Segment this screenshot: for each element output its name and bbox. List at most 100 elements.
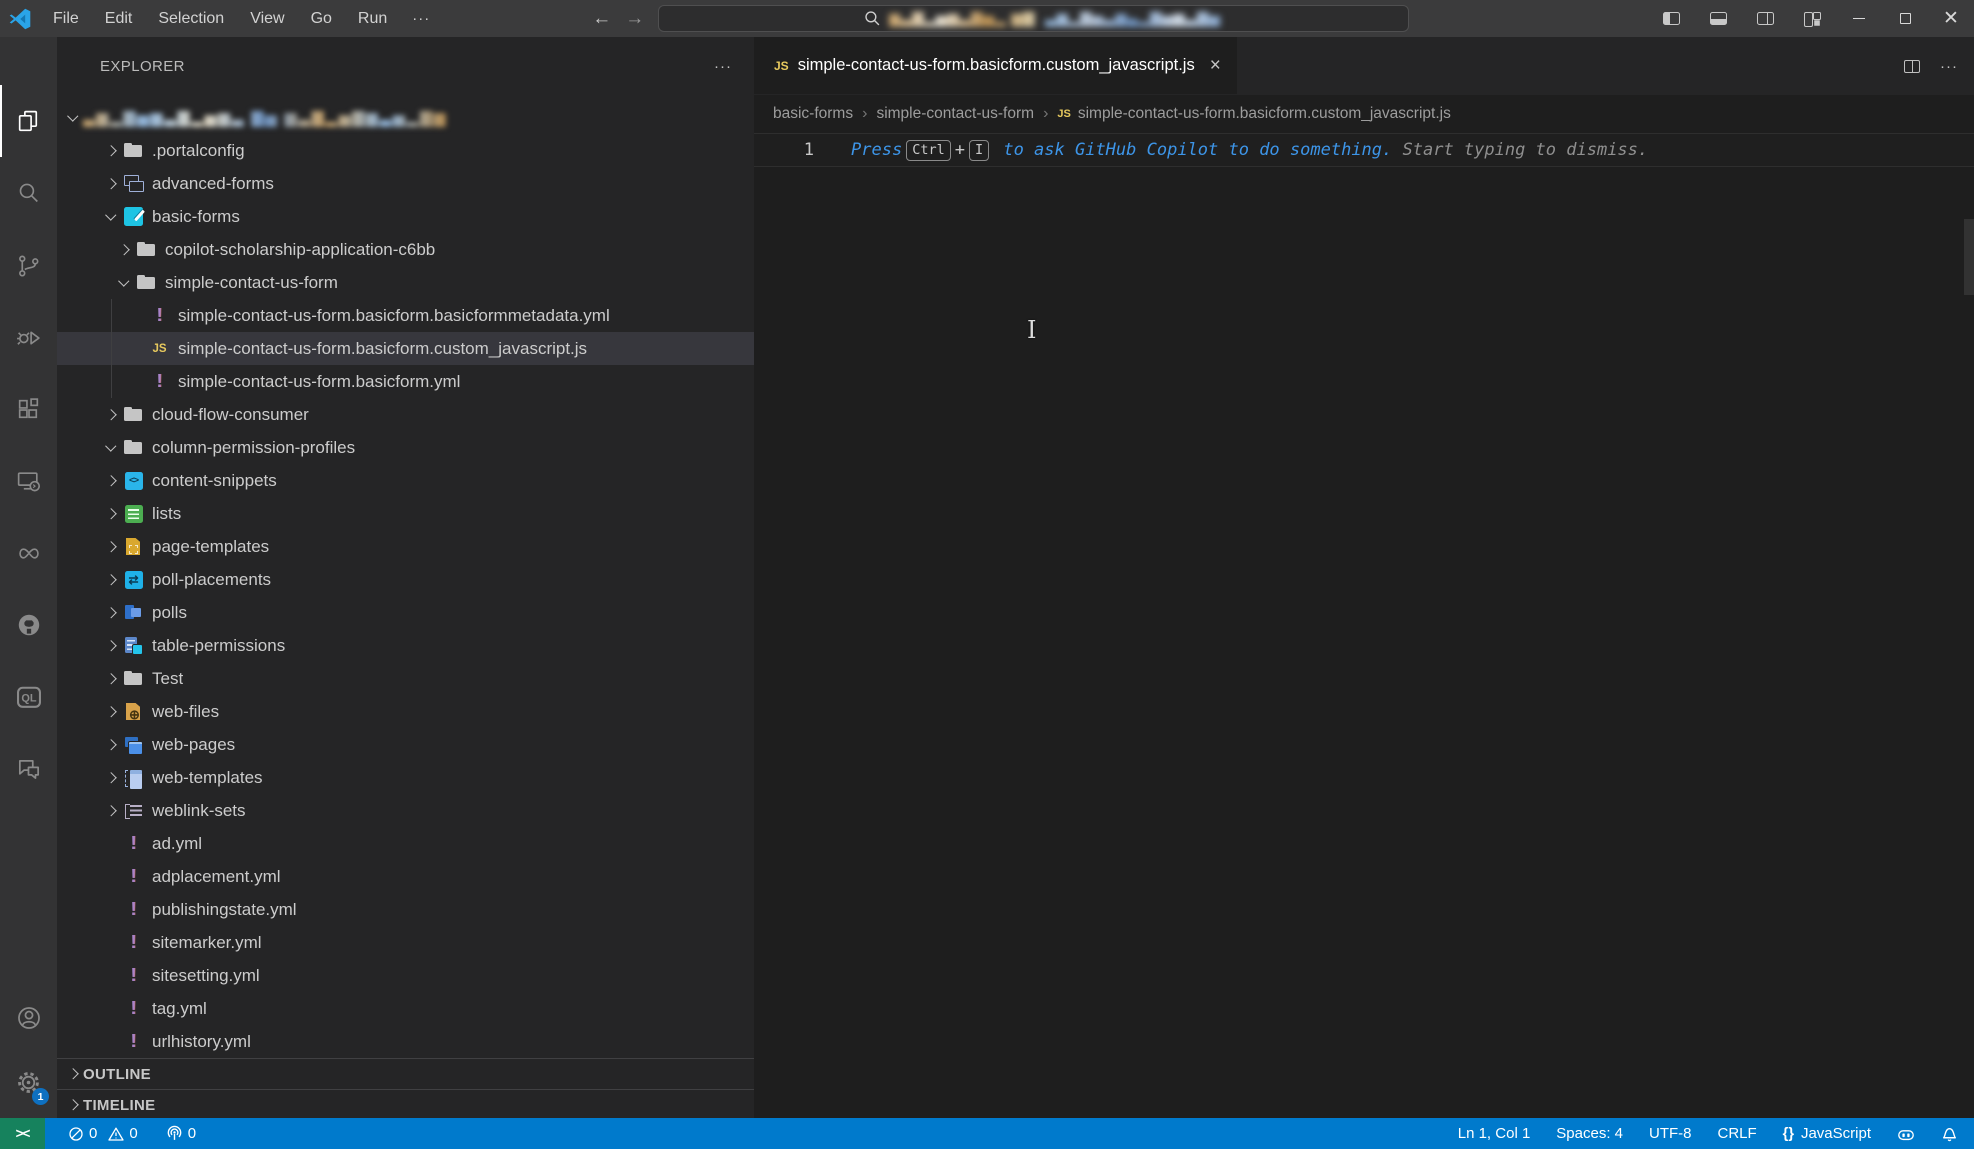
tree-item[interactable]: simple-contact-us-form [57, 266, 754, 299]
menu-go[interactable]: Go [298, 0, 345, 37]
tab-close-icon[interactable]: × [1210, 55, 1221, 77]
tree-item[interactable]: weblink-sets [57, 794, 754, 827]
tab-custom-javascript[interactable]: JS simple-contact-us-form.basicform.cust… [754, 37, 1237, 94]
cursor-position[interactable]: Ln 1, Col 1 [1445, 1118, 1544, 1149]
close-button[interactable]: ✕ [1928, 0, 1974, 37]
run-and-debug-icon[interactable] [0, 301, 57, 373]
tree-item-label: table-permissions [152, 636, 285, 656]
file-icon [136, 272, 157, 293]
tree-item[interactable]: tag.yml [57, 992, 754, 1025]
search-icon[interactable] [0, 157, 57, 229]
tree-item[interactable]: publishingstate.yml [57, 893, 754, 926]
tree-item[interactable]: web-pages [57, 728, 754, 761]
tree-item[interactable]: ▃▆▂▇▅▆▃▇▂▅▆▃ ▇▅ ▆▃▇▂▅▇▆▃▅▂▇▆ [57, 101, 754, 134]
file-icon [123, 206, 144, 227]
encoding-setting[interactable]: UTF-8 [1636, 1118, 1705, 1149]
tree-item[interactable]: poll-placements [57, 563, 754, 596]
indentation-setting[interactable]: Spaces: 4 [1543, 1118, 1636, 1149]
tree-item[interactable]: basic-forms [57, 200, 754, 233]
tree-item[interactable]: copilot-scholarship-application-c6bb [57, 233, 754, 266]
tree-item-label: weblink-sets [152, 801, 246, 821]
github-icon[interactable] [0, 589, 57, 661]
tree-item-label: publishingstate.yml [152, 900, 297, 920]
tree-item[interactable]: simple-contact-us-form.basicform.custom_… [57, 332, 754, 365]
tree-item[interactable]: ad.yml [57, 827, 754, 860]
tree-item[interactable]: table-permissions [57, 629, 754, 662]
menu-edit[interactable]: Edit [92, 0, 146, 37]
vscode-window: File Edit Selection View Go Run ··· ← → … [0, 0, 1974, 1149]
file-icon [123, 470, 144, 491]
tree-item[interactable]: simple-contact-us-form.basicform.basicfo… [57, 299, 754, 332]
breadcrumb-item[interactable]: JS simple-contact-us-form [853, 105, 1034, 123]
language-mode[interactable]: {}JavaScript [1770, 1118, 1884, 1149]
eol-setting[interactable]: CRLF [1705, 1118, 1770, 1149]
toggle-panel-icon[interactable] [1710, 12, 1727, 25]
editor-actions: ··· [1904, 37, 1958, 95]
ports-indicator[interactable]: 0 [157, 1118, 205, 1149]
explorer-actions-icon[interactable]: ··· [714, 58, 732, 75]
tree-item[interactable]: column-permission-profiles [57, 431, 754, 464]
bell-icon [1941, 1125, 1958, 1142]
tree-item[interactable]: content-snippets [57, 464, 754, 497]
tree-item[interactable]: simple-contact-us-form.basicform.yml [57, 365, 754, 398]
tree-item[interactable]: adplacement.yml [57, 860, 754, 893]
tree-item[interactable]: page-templates [57, 530, 754, 563]
status-bar-right: Ln 1, Col 1 Spaces: 4 UTF-8 CRLF {}JavaS… [1445, 1118, 1974, 1149]
comments-icon[interactable] [0, 733, 57, 805]
tree-item[interactable]: web-templates [57, 761, 754, 794]
minimize-button[interactable] [1836, 0, 1882, 37]
tree-item[interactable]: polls [57, 596, 754, 629]
tree-item[interactable]: cloud-flow-consumer [57, 398, 754, 431]
codeql-icon[interactable]: QL [0, 661, 57, 733]
sidebar-sections: OUTLINE TIMELINE [57, 1058, 754, 1118]
maximize-button[interactable] [1882, 0, 1928, 37]
toggle-secondary-sidebar-icon[interactable] [1757, 12, 1774, 25]
extensions-icon[interactable] [0, 373, 57, 445]
source-control-icon[interactable] [0, 229, 57, 301]
tree-item[interactable]: web-files [57, 695, 754, 728]
navigate-back-icon[interactable]: ← [592, 8, 611, 30]
problems-indicator[interactable]: 0 0 [59, 1118, 147, 1149]
tree-item[interactable]: advanced-forms [57, 167, 754, 200]
navigate-forward-icon[interactable]: → [625, 8, 644, 30]
file-icon [123, 833, 144, 854]
notifications[interactable] [1928, 1118, 1962, 1149]
split-editor-icon[interactable] [1904, 60, 1920, 73]
more-actions-icon[interactable]: ··· [1940, 58, 1958, 75]
settings-gear-icon[interactable]: 1 [0, 1050, 57, 1114]
menu-view[interactable]: View [237, 0, 297, 37]
remote-indicator[interactable]: >< [0, 1118, 45, 1149]
tree-item[interactable]: sitesetting.yml [57, 959, 754, 992]
tree-item[interactable]: sitemarker.yml [57, 926, 754, 959]
chevron-icon [63, 108, 83, 128]
menu-selection[interactable]: Selection [145, 0, 237, 37]
tree-item-label: web-templates [152, 768, 263, 788]
command-center-search[interactable]: ▆▃▇▂▅▆▃▇▅▂ ▆▇ ▃▆▂▇▅▃▆▄▂▇▅▆▃▇▅ [658, 5, 1409, 32]
breadcrumb-item[interactable]: JS simple-contact-us-form.basicform.cust… [1034, 105, 1451, 123]
editor-tabs: JS simple-contact-us-form.basicform.cust… [754, 37, 1974, 95]
tree-item[interactable]: lists [57, 497, 754, 530]
tree-item[interactable]: .portalconfig [57, 134, 754, 167]
menu-file[interactable]: File [40, 0, 92, 37]
file-icon [123, 734, 144, 755]
chevron-icon [101, 702, 121, 722]
menu-run[interactable]: Run [345, 0, 400, 37]
file-icon [123, 668, 144, 689]
chevron-icon [101, 636, 121, 656]
outline-section[interactable]: OUTLINE [57, 1058, 754, 1089]
power-platform-icon[interactable] [0, 517, 57, 589]
copilot-status[interactable] [1884, 1118, 1928, 1149]
customize-layout-icon[interactable] [1804, 12, 1821, 25]
explorer-icon[interactable] [0, 85, 57, 157]
toggle-primary-sidebar-icon[interactable] [1663, 12, 1680, 25]
remote-explorer-icon[interactable] [0, 445, 57, 517]
breadcrumb-item[interactable]: JS basic-forms [773, 105, 853, 123]
timeline-section[interactable]: TIMELINE [57, 1089, 754, 1118]
tree-item[interactable]: urlhistory.yml [57, 1025, 754, 1058]
editor-scrollbar[interactable] [1964, 219, 1974, 295]
accounts-icon[interactable] [0, 986, 57, 1050]
tree-item-label: Test [152, 669, 183, 689]
tree-item[interactable]: Test [57, 662, 754, 695]
code-editor[interactable]: 1 PressCtrl+I to ask GitHub Copilot to d… [754, 133, 1974, 1118]
menu-overflow-icon[interactable]: ··· [400, 10, 442, 27]
